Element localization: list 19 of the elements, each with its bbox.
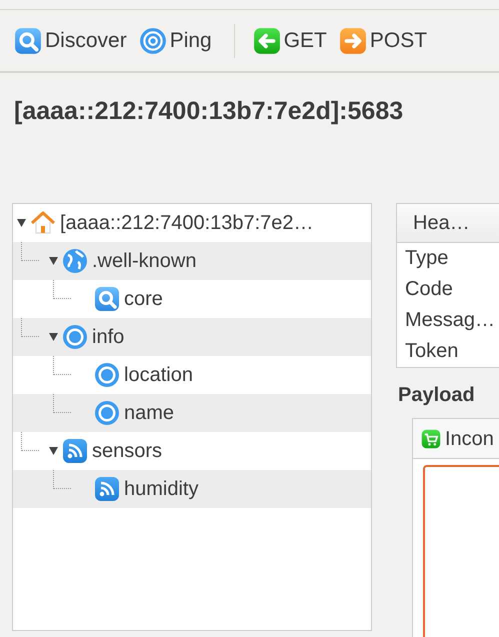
tree-item-label[interactable]: [aaaa::212:7400:13b7:7e2…	[60, 208, 314, 238]
tree-item-label[interactable]: sensors	[92, 436, 162, 466]
column-header[interactable]: Hea…	[397, 204, 499, 243]
table-cell-text: Messag…	[404, 308, 496, 333]
ping-button[interactable]: Ping	[138, 24, 216, 56]
payload-label: Payload	[398, 384, 475, 406]
table-cell-text: Token	[404, 339, 460, 364]
discover-button[interactable]: Discover	[14, 24, 131, 56]
address-title: [aaaa::212:7400:13b7:7e2d]:5683	[14, 97, 404, 125]
tree-item-label[interactable]: humidity	[124, 474, 198, 504]
table-cell-text: Code	[404, 277, 454, 302]
post-button[interactable]: POST	[338, 24, 432, 56]
get-button[interactable]: GET	[252, 24, 331, 56]
tree-item-label[interactable]: info	[92, 322, 124, 352]
incoming-tab[interactable]: Incon	[412, 418, 499, 458]
tree-item-label[interactable]: name	[124, 398, 174, 428]
tree-item-label[interactable]: core	[124, 284, 163, 314]
tree-item-label[interactable]: location	[124, 360, 193, 390]
table-cell-text: Type	[404, 246, 450, 271]
